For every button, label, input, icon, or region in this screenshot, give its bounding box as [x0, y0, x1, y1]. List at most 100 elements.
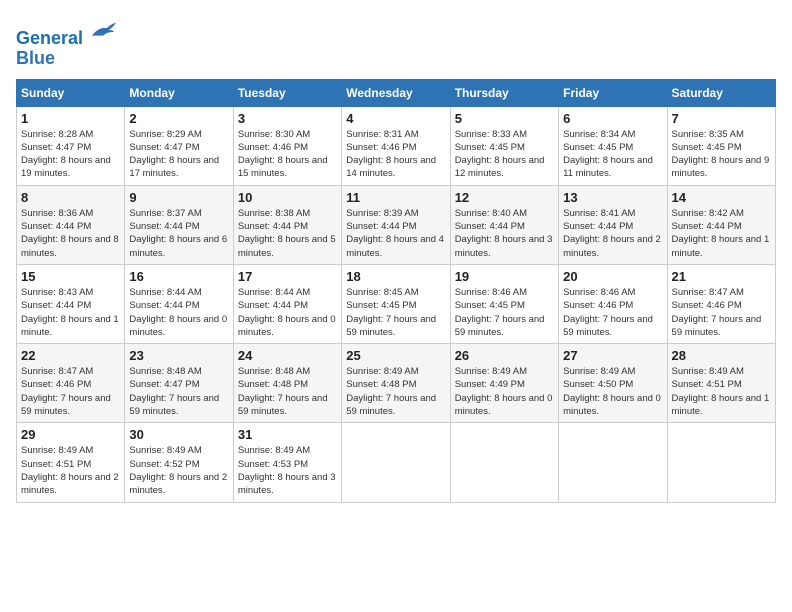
day-number: 5 — [455, 111, 554, 126]
day-info: Sunrise: 8:34 AM Sunset: 4:45 PM Dayligh… — [563, 128, 662, 181]
day-info: Sunrise: 8:49 AM Sunset: 4:52 PM Dayligh… — [129, 444, 228, 497]
calendar-cell: 25 Sunrise: 8:49 AM Sunset: 4:48 PM Dayl… — [342, 344, 450, 423]
calendar-cell: 24 Sunrise: 8:48 AM Sunset: 4:48 PM Dayl… — [233, 344, 341, 423]
day-info: Sunrise: 8:48 AM Sunset: 4:47 PM Dayligh… — [129, 365, 228, 418]
day-info: Sunrise: 8:42 AM Sunset: 4:44 PM Dayligh… — [672, 207, 771, 260]
day-number: 30 — [129, 427, 228, 442]
logo-text-general: General — [16, 28, 83, 48]
day-number: 1 — [21, 111, 120, 126]
day-info: Sunrise: 8:37 AM Sunset: 4:44 PM Dayligh… — [129, 207, 228, 260]
day-of-week-header: Sunday — [17, 79, 125, 106]
calendar-cell: 30 Sunrise: 8:49 AM Sunset: 4:52 PM Dayl… — [125, 423, 233, 502]
day-info: Sunrise: 8:49 AM Sunset: 4:53 PM Dayligh… — [238, 444, 337, 497]
calendar-cell: 1 Sunrise: 8:28 AM Sunset: 4:47 PM Dayli… — [17, 106, 125, 185]
calendar-cell: 31 Sunrise: 8:49 AM Sunset: 4:53 PM Dayl… — [233, 423, 341, 502]
day-info: Sunrise: 8:48 AM Sunset: 4:48 PM Dayligh… — [238, 365, 337, 418]
day-info: Sunrise: 8:47 AM Sunset: 4:46 PM Dayligh… — [672, 286, 771, 339]
day-info: Sunrise: 8:31 AM Sunset: 4:46 PM Dayligh… — [346, 128, 445, 181]
calendar-cell: 16 Sunrise: 8:44 AM Sunset: 4:44 PM Dayl… — [125, 264, 233, 343]
calendar-cell: 14 Sunrise: 8:42 AM Sunset: 4:44 PM Dayl… — [667, 185, 775, 264]
day-info: Sunrise: 8:49 AM Sunset: 4:51 PM Dayligh… — [21, 444, 120, 497]
day-of-week-header: Saturday — [667, 79, 775, 106]
day-info: Sunrise: 8:39 AM Sunset: 4:44 PM Dayligh… — [346, 207, 445, 260]
day-number: 22 — [21, 348, 120, 363]
day-of-week-header: Friday — [559, 79, 667, 106]
day-number: 23 — [129, 348, 228, 363]
day-number: 10 — [238, 190, 337, 205]
day-number: 17 — [238, 269, 337, 284]
day-number: 6 — [563, 111, 662, 126]
day-info: Sunrise: 8:30 AM Sunset: 4:46 PM Dayligh… — [238, 128, 337, 181]
day-number: 21 — [672, 269, 771, 284]
day-info: Sunrise: 8:29 AM Sunset: 4:47 PM Dayligh… — [129, 128, 228, 181]
day-info: Sunrise: 8:40 AM Sunset: 4:44 PM Dayligh… — [455, 207, 554, 260]
calendar-table: SundayMondayTuesdayWednesdayThursdayFrid… — [16, 79, 776, 503]
day-info: Sunrise: 8:49 AM Sunset: 4:51 PM Dayligh… — [672, 365, 771, 418]
calendar-cell: 21 Sunrise: 8:47 AM Sunset: 4:46 PM Dayl… — [667, 264, 775, 343]
day-number: 11 — [346, 190, 445, 205]
calendar-cell: 18 Sunrise: 8:45 AM Sunset: 4:45 PM Dayl… — [342, 264, 450, 343]
day-info: Sunrise: 8:38 AM Sunset: 4:44 PM Dayligh… — [238, 207, 337, 260]
page-header: General Blue — [16, 16, 776, 69]
day-info: Sunrise: 8:44 AM Sunset: 4:44 PM Dayligh… — [129, 286, 228, 339]
day-number: 20 — [563, 269, 662, 284]
day-info: Sunrise: 8:43 AM Sunset: 4:44 PM Dayligh… — [21, 286, 120, 339]
calendar-cell: 20 Sunrise: 8:46 AM Sunset: 4:46 PM Dayl… — [559, 264, 667, 343]
calendar-cell: 17 Sunrise: 8:44 AM Sunset: 4:44 PM Dayl… — [233, 264, 341, 343]
calendar-cell — [559, 423, 667, 502]
day-number: 14 — [672, 190, 771, 205]
day-info: Sunrise: 8:49 AM Sunset: 4:50 PM Dayligh… — [563, 365, 662, 418]
day-number: 7 — [672, 111, 771, 126]
day-number: 26 — [455, 348, 554, 363]
calendar-cell — [450, 423, 558, 502]
day-number: 15 — [21, 269, 120, 284]
day-info: Sunrise: 8:45 AM Sunset: 4:45 PM Dayligh… — [346, 286, 445, 339]
calendar-cell: 8 Sunrise: 8:36 AM Sunset: 4:44 PM Dayli… — [17, 185, 125, 264]
day-info: Sunrise: 8:35 AM Sunset: 4:45 PM Dayligh… — [672, 128, 771, 181]
calendar-cell: 7 Sunrise: 8:35 AM Sunset: 4:45 PM Dayli… — [667, 106, 775, 185]
day-number: 16 — [129, 269, 228, 284]
day-of-week-header: Thursday — [450, 79, 558, 106]
day-number: 8 — [21, 190, 120, 205]
day-of-week-header: Monday — [125, 79, 233, 106]
day-info: Sunrise: 8:46 AM Sunset: 4:46 PM Dayligh… — [563, 286, 662, 339]
day-number: 25 — [346, 348, 445, 363]
logo-bird-icon — [90, 16, 118, 44]
calendar-cell: 11 Sunrise: 8:39 AM Sunset: 4:44 PM Dayl… — [342, 185, 450, 264]
calendar-cell: 28 Sunrise: 8:49 AM Sunset: 4:51 PM Dayl… — [667, 344, 775, 423]
day-info: Sunrise: 8:46 AM Sunset: 4:45 PM Dayligh… — [455, 286, 554, 339]
calendar-cell: 4 Sunrise: 8:31 AM Sunset: 4:46 PM Dayli… — [342, 106, 450, 185]
day-number: 28 — [672, 348, 771, 363]
day-info: Sunrise: 8:49 AM Sunset: 4:49 PM Dayligh… — [455, 365, 554, 418]
day-number: 29 — [21, 427, 120, 442]
calendar-cell — [667, 423, 775, 502]
day-info: Sunrise: 8:49 AM Sunset: 4:48 PM Dayligh… — [346, 365, 445, 418]
calendar-cell: 6 Sunrise: 8:34 AM Sunset: 4:45 PM Dayli… — [559, 106, 667, 185]
day-number: 27 — [563, 348, 662, 363]
calendar-cell: 19 Sunrise: 8:46 AM Sunset: 4:45 PM Dayl… — [450, 264, 558, 343]
day-of-week-header: Tuesday — [233, 79, 341, 106]
calendar-cell: 10 Sunrise: 8:38 AM Sunset: 4:44 PM Dayl… — [233, 185, 341, 264]
day-number: 2 — [129, 111, 228, 126]
day-info: Sunrise: 8:33 AM Sunset: 4:45 PM Dayligh… — [455, 128, 554, 181]
day-number: 9 — [129, 190, 228, 205]
calendar-cell: 22 Sunrise: 8:47 AM Sunset: 4:46 PM Dayl… — [17, 344, 125, 423]
day-number: 13 — [563, 190, 662, 205]
calendar-cell: 9 Sunrise: 8:37 AM Sunset: 4:44 PM Dayli… — [125, 185, 233, 264]
day-info: Sunrise: 8:47 AM Sunset: 4:46 PM Dayligh… — [21, 365, 120, 418]
day-info: Sunrise: 8:44 AM Sunset: 4:44 PM Dayligh… — [238, 286, 337, 339]
calendar-cell: 26 Sunrise: 8:49 AM Sunset: 4:49 PM Dayl… — [450, 344, 558, 423]
day-number: 19 — [455, 269, 554, 284]
day-number: 12 — [455, 190, 554, 205]
calendar-cell: 29 Sunrise: 8:49 AM Sunset: 4:51 PM Dayl… — [17, 423, 125, 502]
day-number: 4 — [346, 111, 445, 126]
calendar-cell: 12 Sunrise: 8:40 AM Sunset: 4:44 PM Dayl… — [450, 185, 558, 264]
calendar-cell: 15 Sunrise: 8:43 AM Sunset: 4:44 PM Dayl… — [17, 264, 125, 343]
calendar-cell: 5 Sunrise: 8:33 AM Sunset: 4:45 PM Dayli… — [450, 106, 558, 185]
day-info: Sunrise: 8:36 AM Sunset: 4:44 PM Dayligh… — [21, 207, 120, 260]
calendar-cell: 13 Sunrise: 8:41 AM Sunset: 4:44 PM Dayl… — [559, 185, 667, 264]
calendar-cell: 3 Sunrise: 8:30 AM Sunset: 4:46 PM Dayli… — [233, 106, 341, 185]
day-number: 3 — [238, 111, 337, 126]
logo-text-blue: Blue — [16, 48, 55, 68]
logo: General Blue — [16, 16, 118, 69]
